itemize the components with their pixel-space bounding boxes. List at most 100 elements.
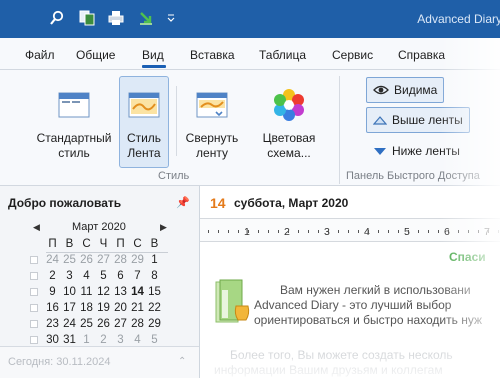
calendar-month[interactable]: Март 2020	[72, 221, 126, 233]
window-standard-icon	[58, 92, 90, 118]
diary-page: 14 суббота, Март 2020 1234567 Спаси Вам …	[200, 186, 500, 378]
menu-table[interactable]: Таблица	[259, 48, 306, 62]
ruler[interactable]: 1234567	[200, 218, 500, 242]
calendar-day[interactable]: 8	[146, 270, 163, 282]
calendar-day[interactable]: 26	[78, 254, 95, 266]
weekday: П	[48, 238, 57, 250]
color-scheme-button[interactable]: Цветовая схема...	[256, 76, 322, 168]
ruler-tick	[488, 230, 489, 233]
calendar-day[interactable]: 24	[44, 254, 61, 266]
calendar-day[interactable]: 12	[95, 286, 112, 298]
calendar-day[interactable]: 28	[112, 254, 129, 266]
calendar-day[interactable]: 21	[129, 302, 146, 314]
print-icon[interactable]	[107, 9, 125, 27]
qa-visible-option[interactable]: Видима	[366, 77, 445, 103]
week-marker[interactable]	[30, 336, 38, 344]
ruler-tick	[388, 230, 389, 233]
calendar-day[interactable]: 9	[44, 286, 61, 298]
calendar-day[interactable]: 11	[78, 286, 95, 298]
calendar-prev-icon[interactable]: ◀	[33, 222, 40, 233]
calendar-day[interactable]: 7	[129, 270, 146, 282]
week-marker[interactable]	[30, 256, 38, 264]
calendar-day-selected[interactable]: 14	[129, 286, 146, 298]
qa-below-ribbon-option[interactable]: Ниже ленты	[366, 138, 467, 164]
ribbon-style-label-2: Лента	[127, 146, 161, 160]
calendar-day[interactable]: 6	[112, 270, 129, 282]
qa-above-ribbon-label: Выше ленты	[392, 113, 463, 127]
calendar-day[interactable]: 19	[95, 302, 112, 314]
ruler-tick	[208, 230, 209, 233]
calendar-day[interactable]: 1	[78, 334, 95, 346]
standard-style-button[interactable]: Стандартный стиль	[31, 76, 117, 168]
calendar-day[interactable]: 28	[129, 318, 146, 330]
sidebar-title: Добро пожаловать	[8, 196, 122, 210]
ruler-tick	[308, 230, 309, 233]
calendar-day[interactable]: 27	[112, 318, 129, 330]
week-marker[interactable]	[30, 304, 38, 312]
calendar-day[interactable]: 20	[112, 302, 129, 314]
today-bar[interactable]: Сегодня: 30.11.2024 ⌃	[0, 346, 199, 378]
calendar-day[interactable]: 30	[44, 334, 61, 346]
calendar-day[interactable]: 29	[146, 318, 163, 330]
triangle-up-icon	[373, 116, 387, 125]
ruler-tick	[348, 230, 349, 233]
calendar-day[interactable]: 16	[44, 302, 61, 314]
color-scheme-label-1: Цветовая	[262, 131, 316, 145]
menu-file[interactable]: Файл	[25, 48, 55, 62]
calendar-day[interactable]: 5	[95, 270, 112, 282]
calendar-day[interactable]: 3	[61, 270, 78, 282]
calendar-day[interactable]: 4	[78, 270, 95, 282]
dropdown-icon[interactable]	[162, 9, 180, 27]
calendar-day[interactable]: 25	[61, 254, 78, 266]
ribbon-style-button[interactable]: Стиль Лента	[119, 76, 169, 168]
sidebar: Добро пожаловать 📌 ◀ Март 2020 ▶ П В С Ч…	[0, 186, 200, 378]
calendar-next-icon[interactable]: ▶	[160, 222, 167, 233]
calendar-day[interactable]: 4	[129, 334, 146, 346]
calendar-day[interactable]: 18	[78, 302, 95, 314]
week-marker[interactable]	[30, 288, 38, 296]
pin-icon[interactable]: 📌	[176, 196, 190, 209]
calendar-day[interactable]: 2	[44, 270, 61, 282]
calendar-day[interactable]: 3	[112, 334, 129, 346]
menu-insert[interactable]: Вставка	[190, 48, 235, 62]
calendar-day[interactable]: 2	[95, 334, 112, 346]
download-icon[interactable]	[137, 9, 155, 27]
calendar-day[interactable]: 29	[129, 254, 146, 266]
week-marker[interactable]	[30, 320, 38, 328]
triangle-down-icon	[374, 148, 386, 155]
calendar-day[interactable]: 15	[146, 286, 163, 298]
calendar-day[interactable]: 13	[112, 286, 129, 298]
menu-view[interactable]: Вид	[142, 48, 164, 62]
calendar-day[interactable]: 31	[61, 334, 78, 346]
window-collapse-icon	[196, 92, 228, 118]
app-title: Advanced Diary	[417, 12, 500, 26]
calendar-day[interactable]: 26	[95, 318, 112, 330]
calendar-day[interactable]: 22	[146, 302, 163, 314]
calendar-day[interactable]: 17	[61, 302, 78, 314]
qa-above-ribbon-option[interactable]: Выше ленты	[366, 107, 470, 133]
calendar-day[interactable]: 24	[61, 318, 78, 330]
qa-below-ribbon-label: Ниже ленты	[392, 144, 460, 158]
group-divider	[339, 76, 340, 184]
calendar-day[interactable]: 23	[44, 318, 61, 330]
menu-service[interactable]: Сервис	[332, 48, 373, 62]
ruler-tick	[448, 230, 449, 233]
calendar-day[interactable]: 25	[78, 318, 95, 330]
today-label: Сегодня: 30.11.2024	[8, 356, 111, 368]
paragraph-line: ориентироваться и быстро находить нуж	[254, 313, 482, 327]
weekday: С	[82, 238, 91, 250]
search-icon[interactable]	[48, 9, 66, 27]
calendar-day[interactable]: 1	[146, 254, 163, 266]
menu-help[interactable]: Справка	[398, 48, 445, 62]
calendar-day[interactable]: 10	[61, 286, 78, 298]
week-marker[interactable]	[30, 272, 38, 280]
calendar-day[interactable]: 27	[95, 254, 112, 266]
menu-general[interactable]: Общие	[76, 48, 115, 62]
calendar-day[interactable]: 5	[146, 334, 163, 346]
copy-icon[interactable]	[78, 9, 96, 27]
ruler-tick	[428, 230, 429, 233]
ruler-tick	[318, 230, 319, 233]
weekday: С	[133, 238, 142, 250]
collapse-ribbon-button[interactable]: Свернуть ленту	[181, 76, 243, 168]
collapse-up-icon[interactable]: ⌃	[178, 356, 186, 367]
